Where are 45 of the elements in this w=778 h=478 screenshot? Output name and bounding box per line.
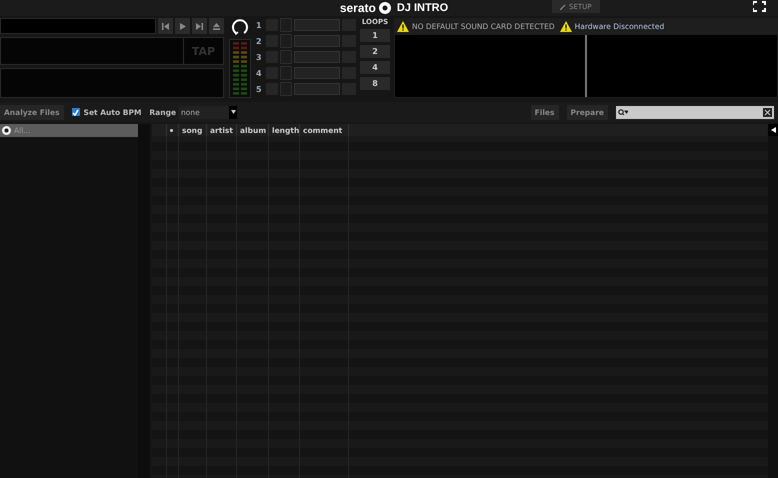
collapse-arrow-icon[interactable]: [770, 127, 776, 133]
wrench-icon: [560, 4, 566, 10]
transport-button[interactable]: [158, 18, 174, 34]
cue-name-field[interactable]: [294, 83, 340, 95]
search-icon: [618, 108, 628, 116]
sidebar-scrollbar[interactable]: [138, 124, 150, 478]
play-icon: [180, 22, 186, 30]
search-field[interactable]: [616, 106, 774, 118]
eject-icon: [213, 22, 220, 30]
cue-color-slot[interactable]: [280, 34, 292, 48]
checkmark-icon: [72, 108, 80, 116]
cue-name-field[interactable]: [294, 67, 340, 79]
cue-number: 4: [256, 68, 263, 78]
loop-button[interactable]: 2: [360, 45, 390, 58]
product-name: DJ INTRO: [396, 2, 448, 14]
level-meter-drawing: [229, 39, 251, 98]
cue-number: 1: [256, 20, 263, 30]
cue-number: 2: [256, 36, 263, 46]
cue-color-slot[interactable]: [280, 66, 292, 80]
fullscreen-icon[interactable]: [753, 1, 766, 12]
cue-color-slot[interactable]: [280, 18, 292, 32]
caret-icon: [230, 110, 236, 114]
cue-color-slot[interactable]: [280, 50, 292, 64]
cue-name-field[interactable]: [294, 51, 340, 63]
sync-knob-icon[interactable]: [231, 18, 249, 36]
warning-icon: [397, 20, 409, 32]
sort-dot-icon: [170, 128, 173, 132]
loop-button[interactable]: 1: [360, 29, 390, 42]
cue-number: 3: [256, 52, 263, 62]
transport-button[interactable]: [192, 18, 208, 34]
skip-back-icon: [162, 22, 170, 30]
cue-name-field[interactable]: [294, 19, 340, 31]
loop-button[interactable]: 4: [360, 61, 390, 74]
cue-color-slot[interactable]: [280, 82, 292, 96]
cue-name-field[interactable]: [294, 35, 340, 47]
transport-button[interactable]: [175, 18, 190, 34]
table-scrollbar[interactable]: [768, 136, 778, 478]
cue-number: 5: [256, 84, 263, 94]
auto-bpm-checkbox[interactable]: [72, 108, 80, 116]
skip-forward-icon: [196, 22, 204, 30]
loop-button[interactable]: 8: [360, 77, 390, 90]
logo-text: serato: [340, 1, 376, 15]
warning-icon: [560, 20, 572, 32]
transport-button[interactable]: [209, 18, 224, 34]
clear-icon[interactable]: [763, 108, 772, 116]
